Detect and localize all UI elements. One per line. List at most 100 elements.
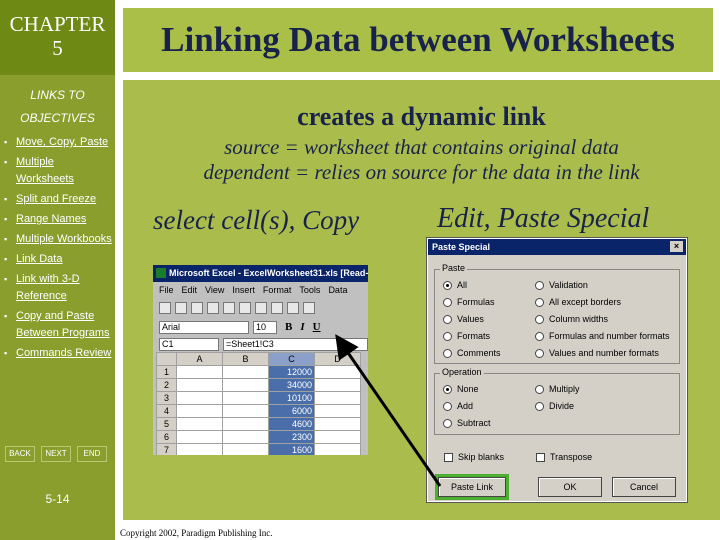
font-select[interactable]: Arial [159,320,249,334]
paste-all-option[interactable]: All [443,280,467,290]
paste-values-number-formats-option[interactable]: Values and number formats [535,348,659,358]
menu-view[interactable]: View [205,282,224,298]
formula-input[interactable]: =Sheet1!C3 [223,337,368,351]
dependent-definition: dependent = relies on source for the dat… [203,160,640,184]
menu-file[interactable]: File [159,282,174,298]
back-button[interactable]: BACK [5,446,35,462]
select-all-corner[interactable] [156,352,177,366]
table-row: 6 2300 [156,430,361,444]
radio-icon[interactable] [535,348,544,358]
end-button[interactable]: END [77,446,107,462]
radio-icon[interactable] [535,314,544,324]
paste-formulas-option[interactable]: Formulas [443,297,495,307]
operation-multiply-option[interactable]: Multiply [535,384,580,394]
objectives-label: OBJECTIVES [20,111,95,125]
paste-validation-option[interactable]: Validation [535,280,588,290]
excel-formula-bar: C1 =Sheet1!C3 [153,336,368,352]
title-banner: Linking Data between Worksheets [123,8,713,72]
paste-column-widths-option[interactable]: Column widths [535,314,608,324]
italic-icon[interactable]: I [300,321,304,333]
radio-icon[interactable] [535,384,544,394]
menu-edit[interactable]: Edit [182,282,198,298]
page-number: 5-14 [45,492,70,506]
dialog-title-bar: Paste Special × [428,239,686,255]
menu-format[interactable]: Format [263,282,292,298]
preview-icon[interactable] [223,302,235,314]
ok-button[interactable]: OK [538,477,602,497]
column-header-a[interactable]: A [176,352,223,366]
radio-icon[interactable] [443,314,452,324]
cancel-button[interactable]: Cancel [612,477,676,497]
paste-all-except-borders-option[interactable]: All except borders [535,297,621,307]
radio-icon[interactable] [535,280,544,290]
radio-icon[interactable] [443,348,452,358]
excel-standard-toolbar [153,298,368,318]
radio-icon[interactable] [443,401,452,411]
underline-icon[interactable]: U [313,321,321,333]
paste-comments-option[interactable]: Comments [443,348,501,358]
objective-split-freeze[interactable]: Split and Freeze [4,191,114,208]
bold-icon[interactable]: B [285,321,292,333]
operation-group: Operation None Add Subtract Multiply Div… [434,367,680,435]
operation-group-label: Operation [440,367,484,377]
objective-multiple-worksheets[interactable]: Multiple Worksheets [4,154,114,188]
paste-icon[interactable] [287,302,299,314]
menu-insert[interactable]: Insert [232,282,255,298]
radio-icon[interactable] [443,331,452,341]
objective-commands-review[interactable]: Commands Review [4,345,114,362]
paste-link-button[interactable]: Paste Link [435,474,509,500]
new-icon[interactable] [159,302,171,314]
radio-icon[interactable] [443,297,452,307]
next-button[interactable]: NEXT [41,446,71,462]
table-row: 2 34000 [156,378,361,392]
paste-formats-option[interactable]: Formats [443,331,490,341]
worksheet-grid: A B C D 1 12000 2 34000 3 10100 4 6000 5 4600… [156,352,368,455]
copy-icon[interactable] [271,302,283,314]
transpose-checkbox[interactable]: Transpose [536,452,592,462]
operation-divide-option[interactable]: Divide [535,401,574,411]
paste-group: Paste All Formulas Values Formats Commen… [434,263,680,364]
open-icon[interactable] [175,302,187,314]
radio-icon[interactable] [443,280,452,290]
paste-group-label: Paste [440,263,468,273]
slide-title: Linking Data between Worksheets [161,20,675,59]
objective-move-copy-paste[interactable]: Move, Copy, Paste [4,134,114,151]
column-header-d[interactable]: D [314,352,361,366]
menu-data[interactable]: Data [328,282,347,298]
radio-icon[interactable] [535,297,544,307]
excel-window: Microsoft Excel - ExcelWorksheet31.xls [… [153,265,368,455]
column-header-b[interactable]: B [222,352,269,366]
close-icon[interactable]: × [670,241,683,252]
menu-tools[interactable]: Tools [299,282,320,298]
objective-multiple-workbooks[interactable]: Multiple Workbooks [4,231,114,248]
excel-title: Microsoft Excel - ExcelWorksheet31.xls [… [169,268,368,278]
paste-formulas-number-formats-option[interactable]: Formulas and number formats [535,331,670,341]
objective-link-data[interactable]: Link Data [4,251,114,268]
radio-icon[interactable] [535,331,544,341]
column-header-c[interactable]: C [268,352,315,366]
spelling-icon[interactable] [239,302,251,314]
objective-range-names[interactable]: Range Names [4,211,114,228]
radio-icon[interactable] [443,384,452,394]
skip-blanks-checkbox[interactable]: Skip blanks [444,452,504,462]
print-icon[interactable] [207,302,219,314]
nav-buttons: BACK NEXT END [5,446,115,462]
undo-icon[interactable] [303,302,315,314]
checkbox-icon[interactable] [536,452,545,462]
checkbox-icon[interactable] [444,452,453,462]
operation-none-option[interactable]: None [443,384,479,394]
excel-format-toolbar: Arial 10 B I U [153,318,368,336]
name-box[interactable]: C1 [159,337,219,351]
operation-add-option[interactable]: Add [443,401,473,411]
cut-icon[interactable] [255,302,267,314]
font-size-select[interactable]: 10 [253,320,277,334]
radio-icon[interactable] [443,418,452,428]
paste-values-option[interactable]: Values [443,314,484,324]
objective-link-3d-reference[interactable]: Link with 3-D Reference [4,271,114,305]
table-row: 5 4600 [156,417,361,431]
operation-subtract-option[interactable]: Subtract [443,418,491,428]
table-row: 3 10100 [156,391,361,405]
objective-copy-paste-programs[interactable]: Copy and Paste Between Programs [4,308,114,342]
radio-icon[interactable] [535,401,544,411]
save-icon[interactable] [191,302,203,314]
